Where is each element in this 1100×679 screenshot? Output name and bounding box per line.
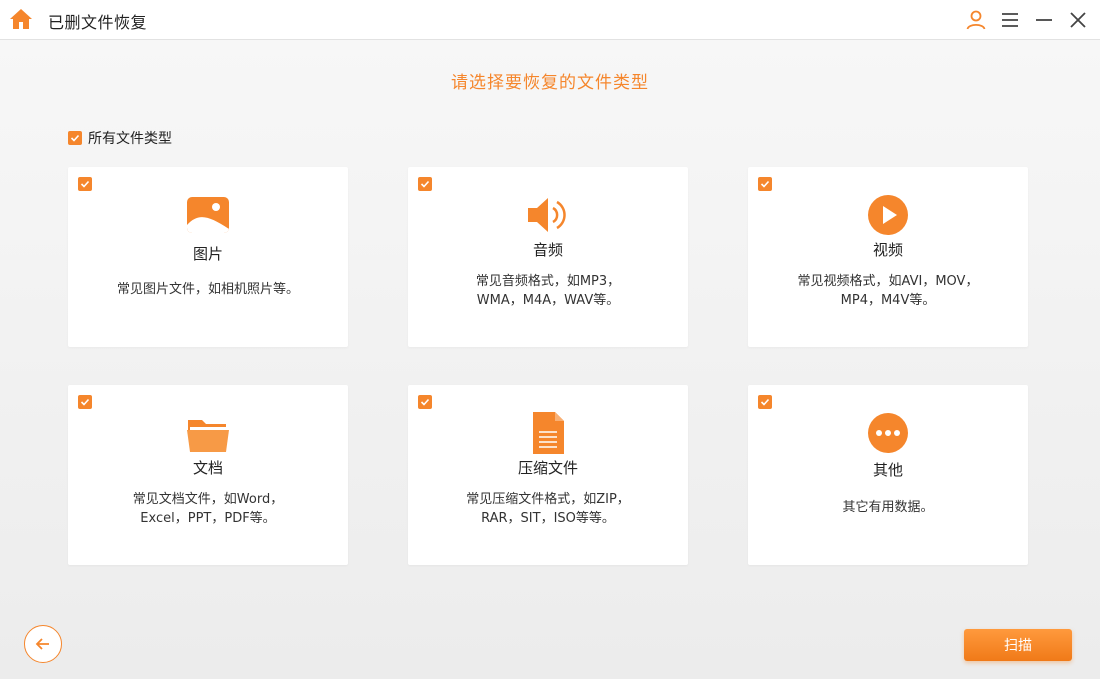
scan-button[interactable]: 扫描 — [964, 629, 1072, 661]
speaker-icon — [528, 198, 566, 232]
card-description: 常见视频格式，如AVI，MOV， MP4，M4V等。 — [797, 274, 979, 308]
card-description: 其它有用数据。 — [842, 500, 934, 515]
checkbox-checked-icon[interactable] — [78, 395, 92, 409]
select-all-checkbox[interactable]: 所有文件类型 — [68, 128, 172, 148]
close-icon[interactable] — [1066, 8, 1090, 32]
card-label: 音频 — [532, 241, 563, 259]
card-description: 常见图片文件，如相机照片等。 — [116, 282, 299, 297]
category-card-images[interactable]: 图片 常见图片文件，如相机照片等。 — [68, 167, 348, 347]
file-icon — [533, 412, 564, 454]
play-icon — [868, 195, 908, 235]
card-label: 其他 — [872, 461, 903, 479]
user-icon[interactable] — [964, 8, 988, 32]
card-description: 常见压缩文件格式，如ZIP， RAR，SIT，ISO等等。 — [466, 492, 630, 526]
checkbox-checked-icon[interactable] — [418, 395, 432, 409]
back-arrow-icon — [35, 638, 49, 650]
minimize-icon[interactable] — [1032, 8, 1056, 32]
menu-icon[interactable] — [998, 8, 1022, 32]
back-button[interactable] — [24, 625, 62, 663]
checkbox-checked-icon[interactable] — [758, 395, 772, 409]
category-card-audio[interactable]: 音频 常见音频格式，如MP3， WMA，M4A，WAV等。 — [408, 167, 688, 347]
home-icon[interactable] — [9, 8, 33, 30]
folder-icon — [187, 420, 229, 452]
more-icon — [868, 413, 908, 453]
checkbox-checked-icon[interactable] — [78, 177, 92, 191]
page-heading: 请选择要恢复的文件类型 — [451, 73, 649, 93]
card-label: 压缩文件 — [517, 459, 578, 477]
category-card-documents[interactable]: 文档 常见文档文件，如Word， Excel，PPT，PDF等。 — [68, 385, 348, 565]
checkbox-checked-icon[interactable] — [68, 131, 82, 145]
card-label: 视频 — [872, 241, 903, 259]
checkbox-checked-icon[interactable] — [418, 177, 432, 191]
image-icon — [187, 197, 229, 233]
category-card-archives[interactable]: 压缩文件 常见压缩文件格式，如ZIP， RAR，SIT，ISO等等。 — [408, 385, 688, 565]
app-title: 已删文件恢复 — [48, 13, 148, 32]
select-all-label: 所有文件类型 — [88, 131, 172, 147]
category-card-other[interactable]: 其他 其它有用数据。 — [748, 385, 1028, 565]
card-label: 文档 — [192, 459, 223, 477]
card-description: 常见音频格式，如MP3， WMA，M4A，WAV等。 — [475, 274, 621, 308]
card-label: 图片 — [192, 245, 223, 263]
category-card-video[interactable]: 视频 常见视频格式，如AVI，MOV， MP4，M4V等。 — [748, 167, 1028, 347]
title-bar: 已删文件恢复 — [0, 0, 1100, 40]
checkbox-checked-icon[interactable] — [758, 177, 772, 191]
card-description: 常见文档文件，如Word， Excel，PPT，PDF等。 — [132, 492, 284, 526]
